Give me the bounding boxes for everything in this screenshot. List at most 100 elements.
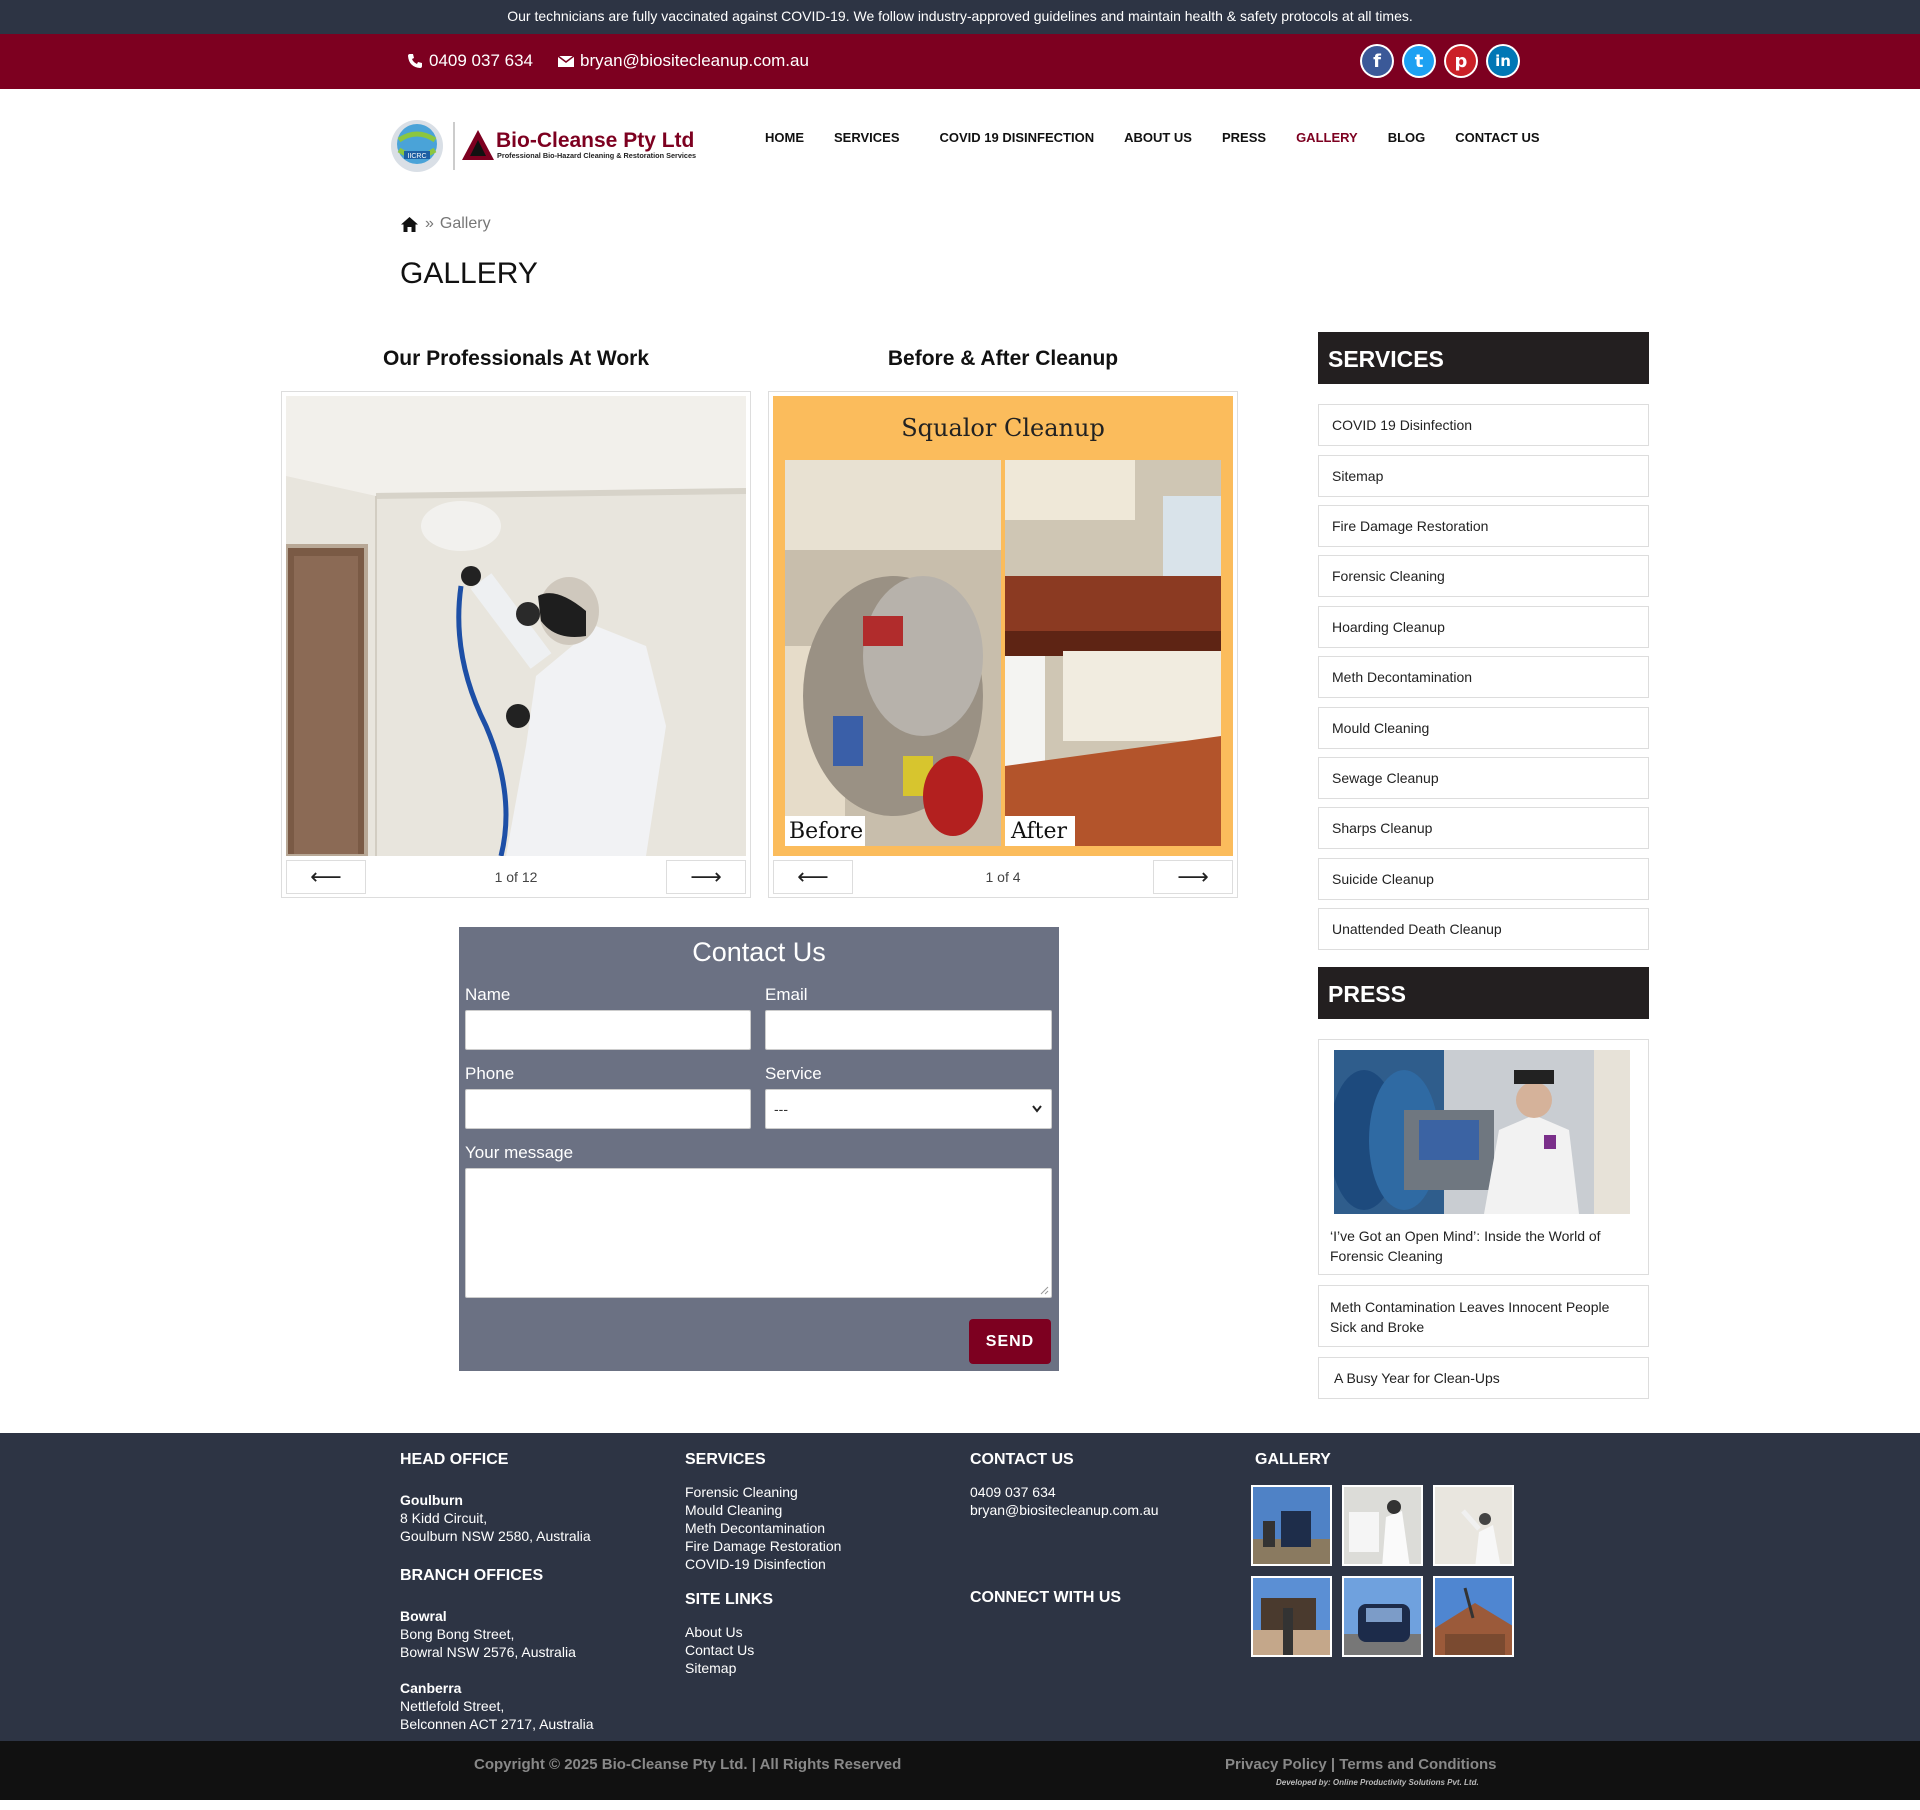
message-field[interactable] (465, 1168, 1052, 1298)
footer-email[interactable]: bryan@biositecleanup.com.au (970, 1501, 1210, 1519)
covid-notice: Our technicians are fully vaccinated aga… (0, 0, 1920, 34)
header-email-link[interactable]: bryan@biositecleanup.com.au (558, 51, 809, 71)
privacy-policy-link[interactable]: Privacy Policy (1225, 1756, 1327, 1773)
press-title-1[interactable]: ‘I’ve Got an Open Mind’: Inside the Worl… (1330, 1226, 1640, 1266)
home-icon[interactable] (400, 216, 419, 233)
logo-name: Bio-Cleanse Pty Ltd (496, 129, 694, 152)
press-card[interactable]: ‘I’ve Got an Open Mind’: Inside the Worl… (1318, 1039, 1649, 1275)
developer-credit[interactable]: Developed by: Online Productivity Soluti… (1276, 1778, 1479, 1787)
nav-blog[interactable]: BLOG (1388, 130, 1426, 145)
sidebar-service-item[interactable]: Meth Decontamination (1318, 656, 1649, 698)
footer-service-link[interactable]: Fire Damage Restoration (685, 1537, 925, 1555)
message-label: Your message (465, 1143, 574, 1162)
after-panel: After (1005, 460, 1221, 846)
footer-site-links-title: SITE LINKS (685, 1591, 774, 1608)
sidebar-service-item[interactable]: COVID 19 Disinfection (1318, 404, 1649, 446)
sidebar-service-item[interactable]: Sitemap (1318, 455, 1649, 497)
gallery-title-professionals: Our Professionals At Work (382, 347, 650, 370)
gallery-image-technician-spraying[interactable] (286, 396, 746, 856)
phone-field[interactable] (465, 1089, 751, 1129)
facebook-icon[interactable]: f (1360, 44, 1394, 78)
site-footer: HEAD OFFICE Goulburn 8 Kidd Circuit, Gou… (0, 1433, 1920, 1741)
main-nav: HOME SERVICES COVID 19 DISINFECTION ABOU… (765, 130, 1570, 145)
footer-gallery-thumb[interactable] (1251, 1576, 1332, 1657)
site-logo[interactable]: IICRC Bio-Cleanse Pty Ltd Professional B… (390, 118, 732, 174)
breadcrumb-current: Gallery (439, 215, 491, 232)
terms-link[interactable]: Terms and Conditions (1339, 1756, 1496, 1773)
footer-contact-title: CONTACT US (970, 1451, 1074, 1468)
chevron-down-icon (1032, 1105, 1042, 1113)
logo-tagline: Professional Bio-Hazard Cleaning & Resto… (497, 151, 696, 160)
footer-service-link[interactable]: Meth Decontamination (685, 1519, 925, 1537)
sidebar-service-item[interactable]: Unattended Death Cleanup (1318, 908, 1649, 950)
press-title-3[interactable]: A Busy Year for Clean-Ups (1318, 1357, 1649, 1399)
social-links: f t p in (1360, 44, 1520, 78)
gallery-title-before-after: Before & After Cleanup (887, 347, 1119, 370)
contact-form: Contact Us Name Email Phone Service --- … (459, 927, 1059, 1371)
nav-gallery[interactable]: GALLERY (1296, 130, 1358, 145)
nav-home[interactable]: HOME (765, 130, 804, 145)
sidebar-service-item[interactable]: Mould Cleaning (1318, 707, 1649, 749)
sidebar-press-heading: PRESS (1318, 967, 1649, 1019)
pinterest-icon[interactable]: p (1444, 44, 1478, 78)
name-field[interactable] (465, 1010, 751, 1050)
footer-gallery-thumb[interactable] (1433, 1485, 1514, 1566)
footer-gallery-thumb[interactable] (1342, 1576, 1423, 1657)
footer-service-link[interactable]: Forensic Cleaning (685, 1483, 925, 1501)
twitter-icon[interactable]: t (1402, 44, 1436, 78)
branch-line2: Bowral NSW 2576, Australia (400, 1644, 576, 1660)
phone-label: Phone (465, 1064, 515, 1083)
footer-site-link[interactable]: Sitemap (685, 1659, 925, 1677)
email-field[interactable] (765, 1010, 1052, 1050)
footer-gallery-thumb[interactable] (1251, 1485, 1332, 1566)
sidebar-service-item[interactable]: Sewage Cleanup (1318, 757, 1649, 799)
sidebar-service-item[interactable]: Sharps Cleanup (1318, 807, 1649, 849)
footer-bottom-bar: Copyright © 2025 Bio-Cleanse Pty Ltd. | … (0, 1741, 1920, 1800)
head-office-city: Goulburn (400, 1492, 463, 1508)
sidebar-services-heading: SERVICES (1318, 332, 1649, 384)
nav-services[interactable]: SERVICES (834, 130, 900, 145)
phone-icon (408, 54, 422, 68)
before-label: Before (789, 819, 863, 844)
branch-line1: Bong Bong Street, (400, 1626, 515, 1642)
footer-service-link[interactable]: Mould Cleaning (685, 1501, 925, 1519)
footer-service-link[interactable]: COVID-19 Disinfection (685, 1555, 925, 1573)
before-after-photo: Squalor Cleanup Before After (773, 396, 1233, 856)
sidebar-service-item[interactable]: Forensic Cleaning (1318, 555, 1649, 597)
gallery-next-button[interactable]: ⟶ (1153, 860, 1233, 894)
press-title-2[interactable]: Meth Contamination Leaves Innocent Peopl… (1318, 1285, 1649, 1347)
sidebar-service-item[interactable]: Fire Damage Restoration (1318, 505, 1649, 547)
footer-services-title: SERVICES (685, 1451, 766, 1468)
linkedin-icon[interactable]: in (1486, 44, 1520, 78)
legal-links: Privacy Policy | Terms and Conditions (1225, 1756, 1497, 1773)
service-label: Service (765, 1064, 822, 1083)
footer-gallery-thumb[interactable] (1433, 1576, 1514, 1657)
nav-about-us[interactable]: ABOUT US (1124, 130, 1192, 145)
branch-line1: Nettlefold Street, (400, 1698, 505, 1714)
resize-handle-icon[interactable] (1040, 1286, 1049, 1295)
send-button[interactable]: SEND (969, 1319, 1051, 1364)
branch-city: Bowral (400, 1608, 447, 1624)
header-phone: 0409 037 634 (429, 51, 533, 70)
sidebar-service-item[interactable]: Suicide Cleanup (1318, 858, 1649, 900)
head-office-line1: 8 Kidd Circuit, (400, 1510, 488, 1526)
footer-branch-title: BRANCH OFFICES (400, 1567, 544, 1584)
header-phone-link[interactable]: 0409 037 634 (407, 51, 533, 71)
gallery-next-button[interactable]: ⟶ (666, 860, 746, 894)
branch-line2: Belconnen ACT 2717, Australia (400, 1716, 594, 1732)
footer-gallery-thumb[interactable] (1342, 1485, 1423, 1566)
head-office-line2: Goulburn NSW 2580, Australia (400, 1528, 591, 1544)
before-panel: Before (785, 460, 1001, 846)
footer-services: SERVICES Forensic Cleaning Mould Cleanin… (685, 1451, 925, 1677)
footer-site-link[interactable]: About Us (685, 1623, 925, 1641)
contact-form-title: Contact Us (692, 937, 826, 967)
service-select[interactable]: --- (765, 1089, 1052, 1129)
nav-contact-us[interactable]: CONTACT US (1455, 130, 1539, 145)
footer-phone[interactable]: 0409 037 634 (970, 1483, 1210, 1501)
gallery-image-squalor-cleanup[interactable]: Squalor Cleanup Before After (773, 396, 1233, 856)
sidebar-service-item[interactable]: Hoarding Cleanup (1318, 606, 1649, 648)
nav-covid-disinfection[interactable]: COVID 19 DISINFECTION (940, 130, 1095, 145)
footer-site-link[interactable]: Contact Us (685, 1641, 925, 1659)
nav-press[interactable]: PRESS (1222, 130, 1266, 145)
footer-head-office-title: HEAD OFFICE (400, 1451, 509, 1468)
